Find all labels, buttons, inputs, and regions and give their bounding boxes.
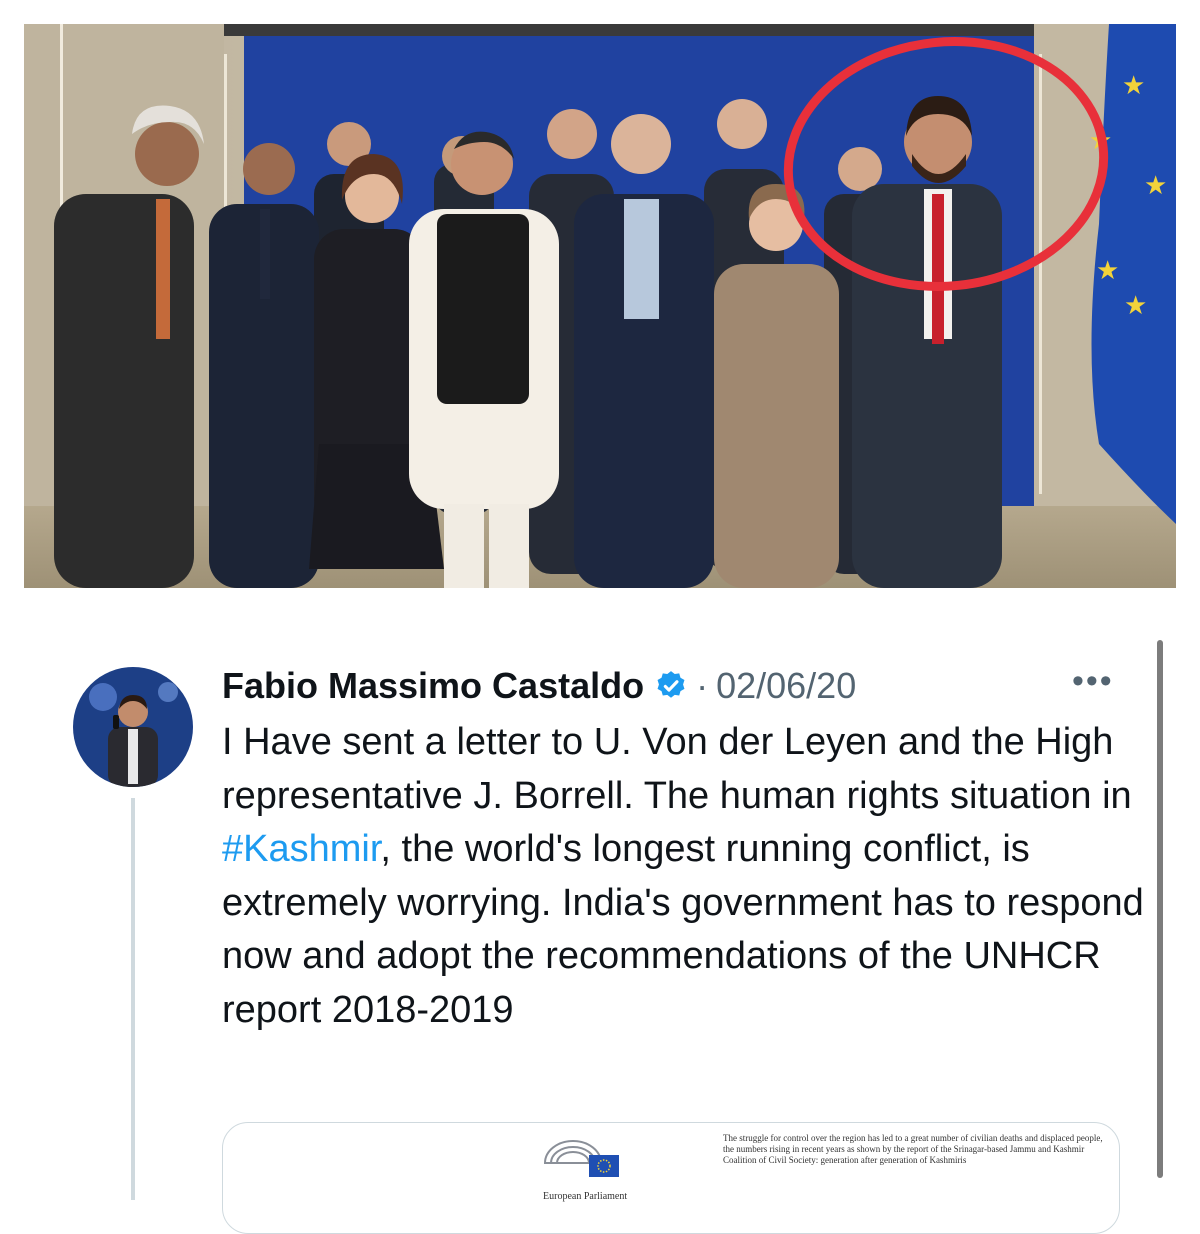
- verified-badge-icon: [657, 671, 685, 698]
- tweet-text-part1: I Have sent a letter to U. Von der Leyen…: [222, 721, 1132, 817]
- logo-caption: European Parliament: [543, 1191, 628, 1202]
- svg-text:★: ★: [1124, 291, 1147, 321]
- scrollbar[interactable]: [1157, 640, 1163, 1178]
- author-name[interactable]: Fabio Massimo Castaldo: [222, 665, 644, 707]
- avatar-image: [73, 667, 193, 787]
- tweet-header: Fabio Massimo Castaldo · 02/06/20: [222, 658, 856, 714]
- document-excerpt: The struggle for control over the region…: [723, 1133, 1103, 1165]
- avatar[interactable]: [73, 667, 193, 787]
- more-options-icon[interactable]: •••: [1072, 662, 1114, 701]
- tweet-date[interactable]: 02/06/20: [716, 665, 856, 707]
- attached-document-card[interactable]: European Parliament The struggle for con…: [222, 1122, 1120, 1234]
- tweet-text: I Have sent a letter to U. Von der Leyen…: [222, 716, 1152, 1037]
- separator-dot: ·: [696, 665, 709, 706]
- group-photo[interactable]: ★ ★ ★ ★ ★: [24, 24, 1176, 588]
- tweet[interactable]: Fabio Massimo Castaldo · 02/06/20 ••• I …: [0, 600, 1200, 1234]
- svg-text:★: ★: [1144, 171, 1167, 201]
- group-photo-illustration: ★ ★ ★ ★ ★: [24, 24, 1176, 588]
- european-parliament-logo-icon: [543, 1140, 619, 1177]
- thread-line: [131, 798, 135, 1200]
- hashtag-link[interactable]: #Kashmir: [222, 828, 380, 870]
- svg-text:★: ★: [1122, 71, 1145, 101]
- svg-text:★: ★: [1096, 256, 1119, 286]
